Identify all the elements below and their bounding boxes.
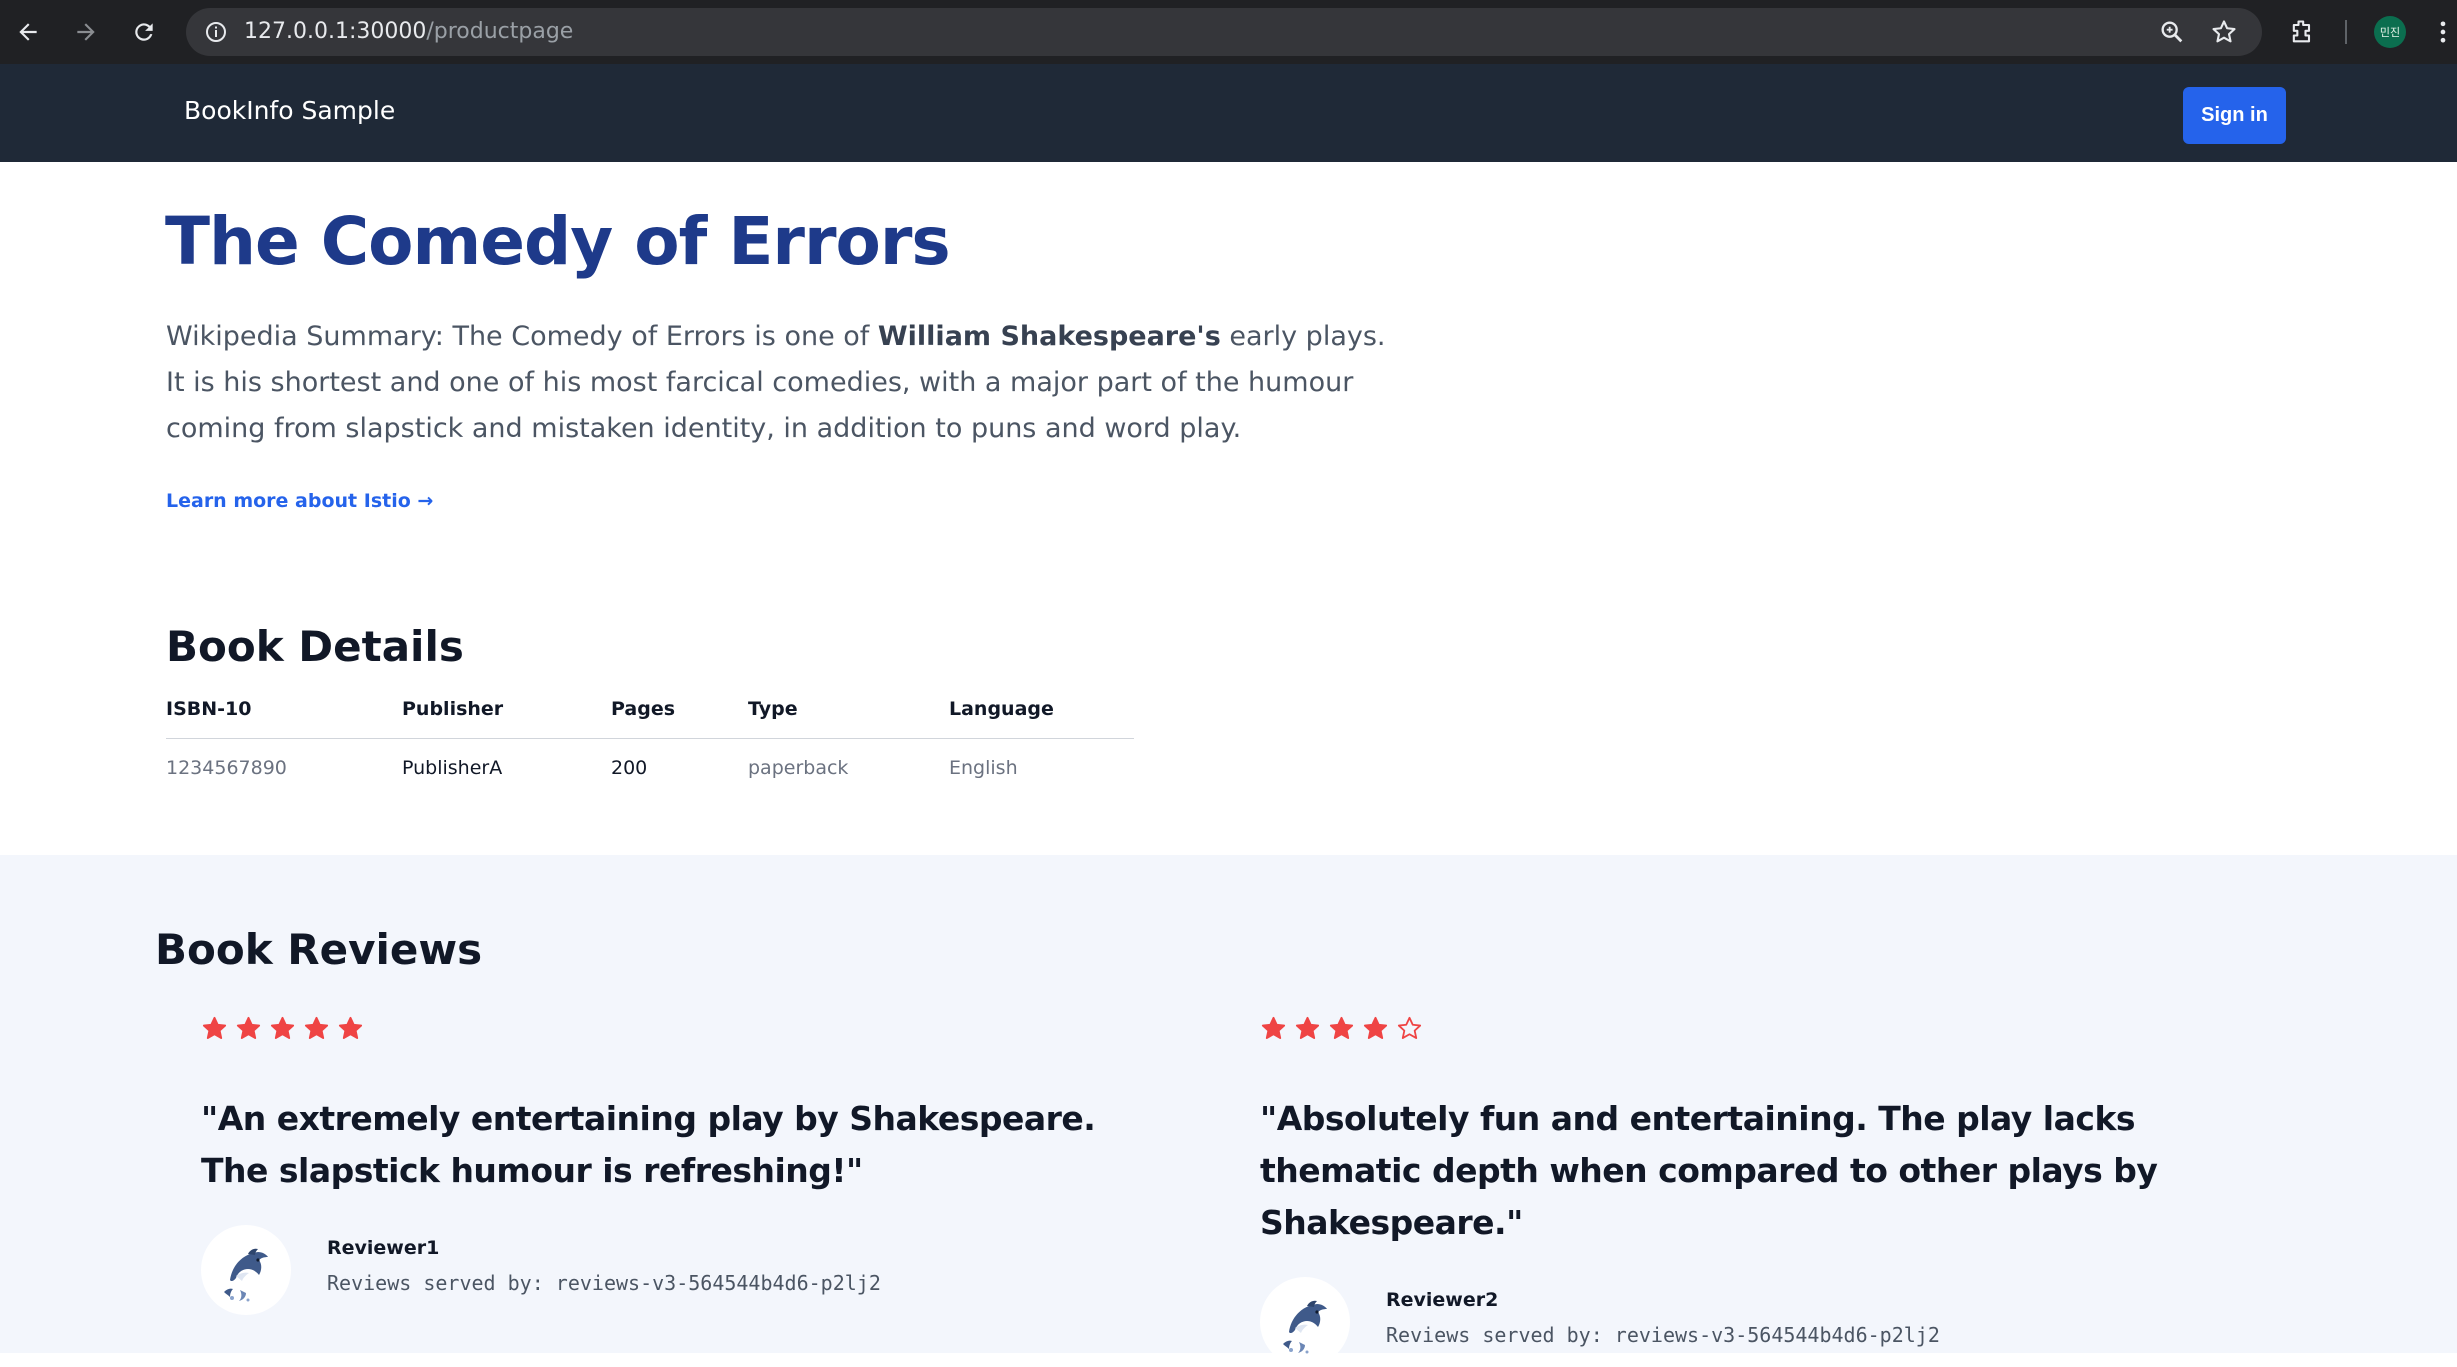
review-text: "An extremely entertaining play by Shake… xyxy=(201,1099,1096,1190)
reviewer-name: Reviewer2 xyxy=(1386,1289,1499,1311)
star-filled-icon xyxy=(1295,1016,1320,1039)
star-filled-icon xyxy=(270,1016,295,1039)
learn-more-link[interactable]: Learn more about Istio → xyxy=(166,490,433,512)
summary-prefix: Wikipedia Summary: The Comedy of Errors … xyxy=(166,321,878,352)
review-card-1: "An extremely entertaining play by Shake… xyxy=(201,1015,1161,1315)
product-summary: Wikipedia Summary: The Comedy of Errors … xyxy=(166,314,1396,452)
star-filled-icon xyxy=(338,1016,363,1039)
review-card-2: "Absolutely fun and entertaining. The pl… xyxy=(1260,1015,2220,1367)
kebab-menu-icon[interactable] xyxy=(2436,18,2450,46)
column-header-pages: Pages xyxy=(611,690,748,739)
star-rating xyxy=(201,1015,1161,1043)
reload-icon xyxy=(135,23,153,41)
app-header: BookInfo Sample Sign in xyxy=(0,64,2457,162)
table-row: 1234567890 PublisherA 200 paperback Engl… xyxy=(166,739,1134,779)
zoom-icon[interactable] xyxy=(2158,18,2186,46)
column-header-isbn: ISBN-10 xyxy=(166,690,402,739)
cell-isbn: 1234567890 xyxy=(166,757,287,779)
column-header-language: Language xyxy=(949,690,1134,739)
star-filled-icon xyxy=(1363,1016,1388,1039)
star-rating xyxy=(1260,1015,2220,1043)
info-icon[interactable] xyxy=(204,20,228,44)
cell-type: paperback xyxy=(748,757,849,779)
extensions-icon[interactable] xyxy=(2288,18,2316,46)
url-text[interactable]: 127.0.0.1:30000/productpage xyxy=(244,18,573,46)
back-button[interactable] xyxy=(8,12,48,52)
star-bookmark-icon[interactable] xyxy=(2210,18,2238,46)
browser-toolbar: 127.0.0.1:30000/productpage 민진 xyxy=(0,0,2457,64)
star-filled-icon xyxy=(202,1016,227,1039)
reviewer-name: Reviewer1 xyxy=(327,1237,440,1259)
url-domain: 127.0.0.1:30000 xyxy=(244,19,427,44)
avatar xyxy=(1260,1277,1350,1367)
reviews-section: Book Reviews "An extremely entertaining … xyxy=(0,855,2457,1367)
star-filled-icon xyxy=(304,1016,329,1039)
book-details-heading: Book Details xyxy=(166,622,464,671)
star-empty-icon xyxy=(1397,1016,1422,1039)
reload-button[interactable] xyxy=(124,12,164,52)
url-path: /productpage xyxy=(426,19,574,44)
served-by-text: Reviews served by: reviews-v3-564544b4d6… xyxy=(327,1271,881,1295)
star-filled-icon xyxy=(1261,1016,1286,1039)
arrow-right-icon xyxy=(77,23,95,41)
dolphin-avatar-icon xyxy=(1283,1300,1327,1354)
avatar xyxy=(201,1225,291,1315)
cell-language: English xyxy=(949,757,1018,779)
review-text: "Absolutely fun and entertaining. The pl… xyxy=(1260,1099,2158,1242)
toolbar-divider xyxy=(2345,20,2347,44)
column-header-type: Type xyxy=(748,690,949,739)
address-bar[interactable]: 127.0.0.1:30000/productpage xyxy=(186,8,2262,56)
cell-pages: 200 xyxy=(611,757,648,779)
star-filled-icon xyxy=(236,1016,261,1039)
sign-in-button[interactable]: Sign in xyxy=(2183,87,2286,144)
reviewer-info: Reviewer2 Reviews served by: reviews-v3-… xyxy=(1260,1277,2220,1367)
forward-button[interactable] xyxy=(66,12,106,52)
page-title: The Comedy of Errors xyxy=(165,203,951,280)
profile-avatar[interactable]: 민진 xyxy=(2374,16,2406,48)
star-filled-icon xyxy=(1329,1016,1354,1039)
column-header-publisher: Publisher xyxy=(402,690,611,739)
dolphin-avatar-icon xyxy=(224,1248,268,1302)
book-reviews-heading: Book Reviews xyxy=(155,925,483,974)
table-header-row: ISBN-10 Publisher Pages Type Language xyxy=(166,690,1134,739)
book-details-table: ISBN-10 Publisher Pages Type Language 12… xyxy=(166,690,1134,779)
summary-author: William Shakespeare's xyxy=(877,321,1221,352)
served-by-text: Reviews served by: reviews-v3-564544b4d6… xyxy=(1386,1323,1940,1347)
reviewer-info: Reviewer1 Reviews served by: reviews-v3-… xyxy=(201,1225,1161,1315)
brand-title[interactable]: BookInfo Sample xyxy=(184,96,395,125)
arrow-left-icon xyxy=(19,23,37,41)
cell-publisher: PublisherA xyxy=(402,757,503,779)
